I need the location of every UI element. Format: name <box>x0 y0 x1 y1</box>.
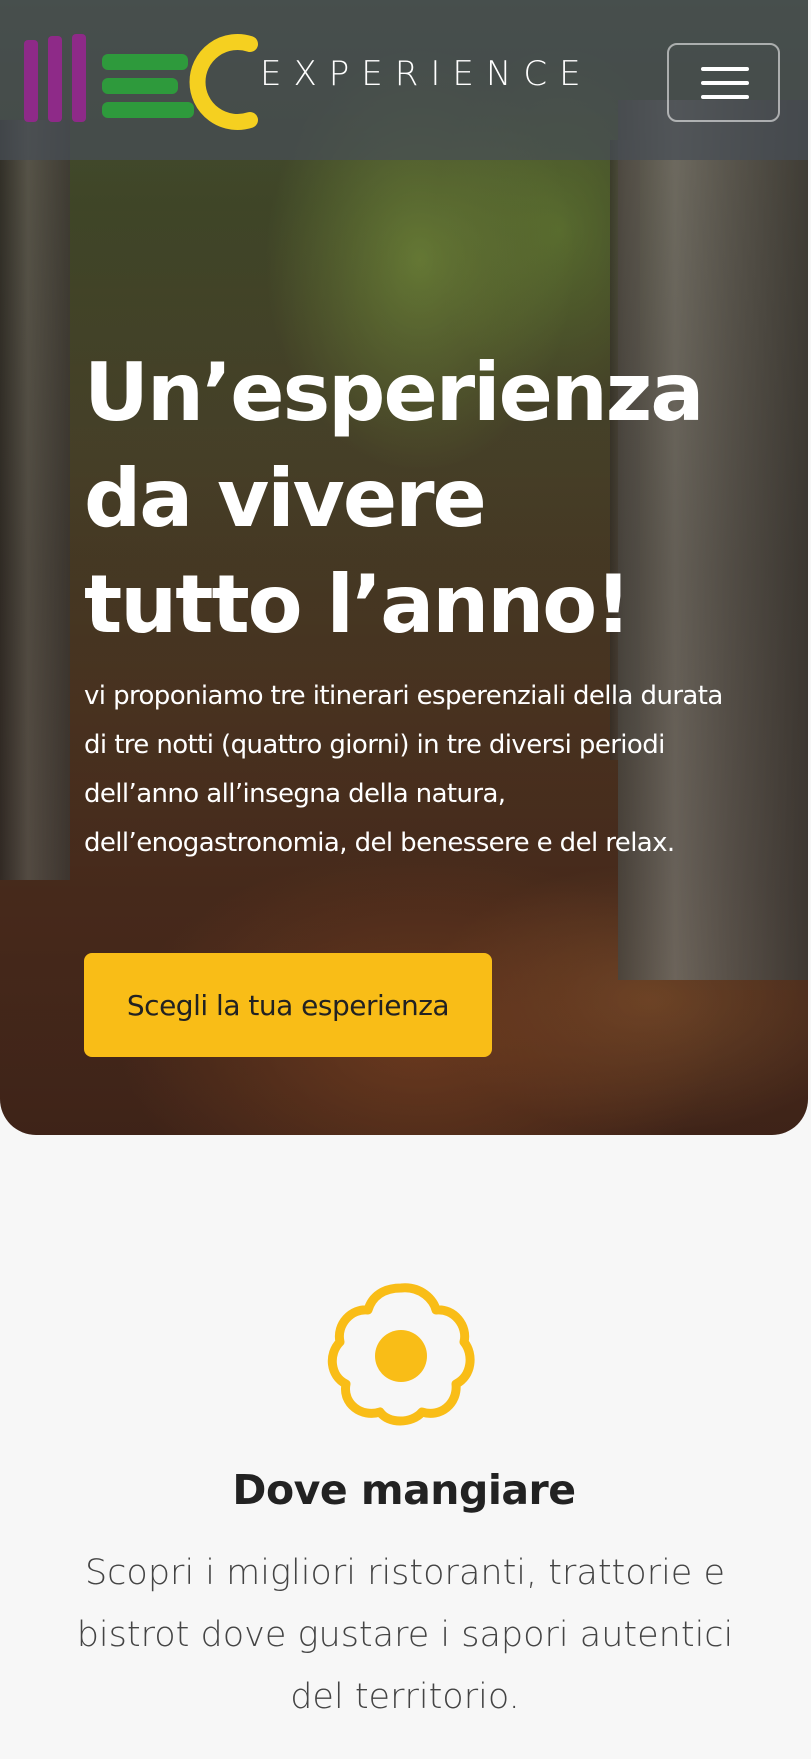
hero-title: Un’esperienza da vivere tutto l’anno! <box>84 346 704 651</box>
hamburger-menu-icon <box>701 67 749 71</box>
logo-text: EXPERIENCE <box>260 54 593 94</box>
navbar: EXPERIENCE <box>0 0 808 160</box>
choose-experience-button[interactable]: Scegli la tua esperienza <box>84 953 492 1057</box>
feature-title: Dove mangiare <box>232 1466 576 1514</box>
hero-description: vi proponiamo tre itinerari esperenziali… <box>84 681 723 858</box>
hamburger-menu-icon-bar <box>701 95 749 99</box>
site-logo[interactable]: EXPERIENCE <box>22 32 612 132</box>
hero-section: EXPERIENCE Un’esperienza da vivere tutto… <box>0 0 808 1135</box>
fried-egg-icon <box>327 1283 475 1426</box>
logo-mark-icon <box>24 34 258 130</box>
menu-toggle-button[interactable] <box>667 43 780 122</box>
feature-description: Scopri i migliori ristoranti, trattorie … <box>76 1553 734 1717</box>
hamburger-menu-icon-bar <box>701 81 749 85</box>
